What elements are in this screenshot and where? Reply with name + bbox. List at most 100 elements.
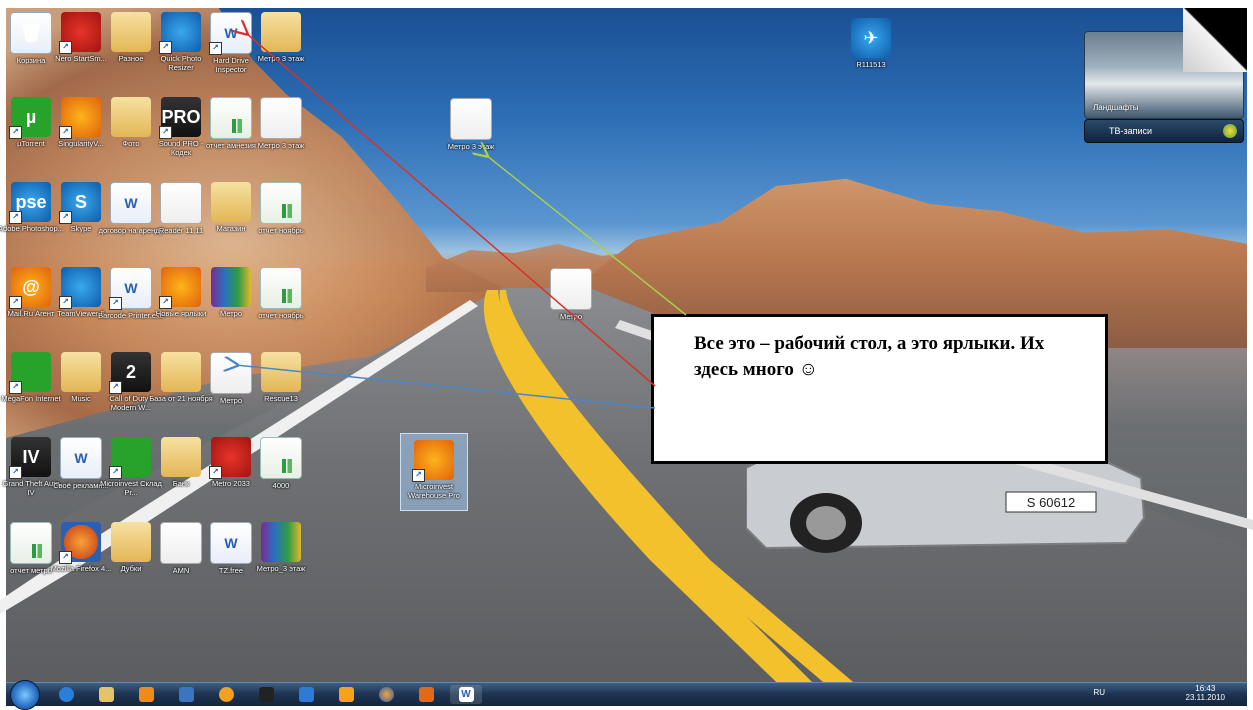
- desktop-icon[interactable]: Метро: [538, 268, 604, 321]
- taskbar-firefox[interactable]: [370, 685, 402, 704]
- clock-date: 23.11.2010: [1185, 693, 1225, 702]
- desktop-icon[interactable]: отчет ноябрь: [248, 182, 314, 235]
- doc-icon: W: [110, 182, 152, 224]
- desktop-icon-label: Metro 2033: [212, 479, 250, 488]
- folder-icon: [111, 97, 151, 137]
- folder-icon: [111, 522, 151, 562]
- desktop-icon-label: Банк: [172, 479, 190, 488]
- shortcut-arrow-icon: ↗: [159, 126, 172, 139]
- desktop-icon[interactable]: Rescue13: [248, 352, 314, 403]
- shortcut-arrow-icon: ↗: [109, 297, 122, 310]
- box-icon: [418, 687, 434, 702]
- desktop-icon-label: Quick Photo Resizer: [160, 54, 202, 72]
- firefox-icon: [378, 687, 394, 702]
- xls-icon: [260, 437, 302, 479]
- shortcut-arrow-icon: ↗: [159, 296, 172, 309]
- rar-icon: [211, 267, 251, 307]
- taskbar-mail[interactable]: [210, 685, 242, 704]
- shortcut-arrow-icon: ↗: [159, 41, 172, 54]
- taskbar-app2[interactable]: [290, 685, 322, 704]
- shortcut-arrow-icon: ↗: [9, 296, 22, 309]
- dark-icon: 2 ↗: [109, 352, 151, 394]
- shortcut-arrow-icon: ↗: [9, 211, 22, 224]
- taskbar: W RU 16:43 23.11.2010: [6, 680, 1247, 710]
- recycle-icon: 🗑: [10, 12, 52, 54]
- shortcut-arrow-icon: ↗: [109, 381, 122, 394]
- green-icon: µ ↗: [9, 97, 51, 139]
- folder-icon: [161, 437, 201, 477]
- shortcut-arrow-icon: ↗: [209, 42, 222, 55]
- taskbar-word[interactable]: W: [450, 685, 482, 704]
- ok-icon: [338, 687, 354, 702]
- taskbar-media-player[interactable]: [130, 685, 162, 704]
- folder-icon: [61, 352, 101, 392]
- microinvest-warehouse-icon: ↗: [412, 440, 454, 482]
- svg-text:S 60612: S 60612: [1027, 495, 1075, 510]
- desktop-icon-label: Метро 3 этаж: [257, 141, 305, 150]
- blue-icon: pse ↗: [9, 182, 51, 224]
- folder-icon: [261, 12, 301, 52]
- orange-icon: @ ↗: [9, 267, 51, 309]
- desktop-icon-label: Sound PRO - Кодек: [158, 139, 204, 157]
- desktop-icon-selected[interactable]: ↗ Microinvest Warehouse Pro: [400, 433, 468, 511]
- rar-icon: [261, 522, 301, 562]
- desktop-icon-label: Метро 3 этаж: [257, 54, 305, 63]
- taskbar-explorer[interactable]: [90, 685, 122, 704]
- dark-icon: IV ↗: [9, 437, 51, 479]
- desktop-icon[interactable]: Метро_3 этаж: [248, 522, 314, 573]
- desktop-icon[interactable]: Метро 3 этаж: [248, 12, 314, 63]
- desktop-icon-label: Корзина: [16, 56, 46, 65]
- taskbar-ie[interactable]: [50, 685, 82, 704]
- clock[interactable]: 16:43 23.11.2010: [1186, 684, 1225, 702]
- desktop-icon[interactable]: Метро 3 этаж: [438, 98, 504, 151]
- shortcut-arrow-icon: ↗: [9, 126, 22, 139]
- red-icon: ↗: [59, 12, 101, 54]
- window-icon: [258, 687, 274, 702]
- green-icon: ↗: [9, 352, 51, 394]
- desktop-icon[interactable]: отчет ноябрь: [248, 267, 314, 320]
- shortcut-arrow-icon: ↗: [9, 381, 22, 394]
- desktop-icon-label: Магазин: [216, 224, 246, 233]
- orange-icon: ↗: [159, 267, 201, 309]
- taskbar-warehouse[interactable]: [410, 685, 442, 704]
- desktop-icon-label: Разное: [118, 54, 144, 63]
- taskbar-app[interactable]: [170, 685, 202, 704]
- desktop-icon[interactable]: 4000: [248, 437, 314, 490]
- dark-icon: PRO ↗: [159, 97, 201, 139]
- desktop-icon-label: отчет ноябрь: [258, 226, 304, 235]
- folder-icon: [261, 352, 301, 392]
- pdf-icon: [210, 352, 252, 394]
- desktop-icon-label: Метро: [219, 396, 243, 405]
- app-icon: [298, 687, 314, 702]
- shortcut-arrow-icon: ↗: [9, 466, 22, 479]
- pdf-file-icon: [450, 98, 492, 140]
- desktop-icon-label: отчет метро: [10, 566, 52, 575]
- desktop-icon-label: AMN: [172, 566, 190, 575]
- xls-icon: [260, 182, 302, 224]
- taskbar-cmd[interactable]: [250, 685, 282, 704]
- doc-icon: W: [60, 437, 102, 479]
- internet-explorer-icon: [58, 687, 74, 702]
- taskbar-ok[interactable]: [330, 685, 362, 704]
- system-tray: RU 16:43 23.11.2010: [1093, 684, 1225, 702]
- desktop-icon-label: Метро_3 этаж: [256, 564, 306, 573]
- start-button[interactable]: [10, 680, 40, 710]
- language-indicator[interactable]: RU: [1093, 688, 1105, 697]
- pdf-icon: [160, 182, 202, 224]
- desktop-icon-label: Дубки: [120, 564, 142, 573]
- desktop-icon[interactable]: Метро 3 этаж: [248, 97, 314, 150]
- callout-text: Все это – рабочий стол, а это ярлыки. Их…: [694, 333, 1045, 380]
- pdf-file-icon: [550, 268, 592, 310]
- tv-records-gadget[interactable]: ТВ-записи: [1084, 119, 1244, 143]
- desktop-icon-label: Music: [71, 394, 91, 403]
- desktop-icon-label: Skype: [70, 224, 92, 233]
- folder-icon: [98, 687, 114, 702]
- desktop-icon[interactable]: ✈ R111513: [838, 18, 904, 69]
- tv-records-label: ТВ-записи: [1109, 126, 1153, 136]
- ff-icon: ↗: [59, 522, 101, 564]
- green-icon: ↗: [109, 437, 151, 479]
- desktop-icon-label: Rescue13: [264, 394, 298, 403]
- page-curl-corner: [1183, 8, 1247, 72]
- slideshow-caption: Ландшафты: [1093, 103, 1139, 112]
- media-center-icon: [1223, 124, 1237, 138]
